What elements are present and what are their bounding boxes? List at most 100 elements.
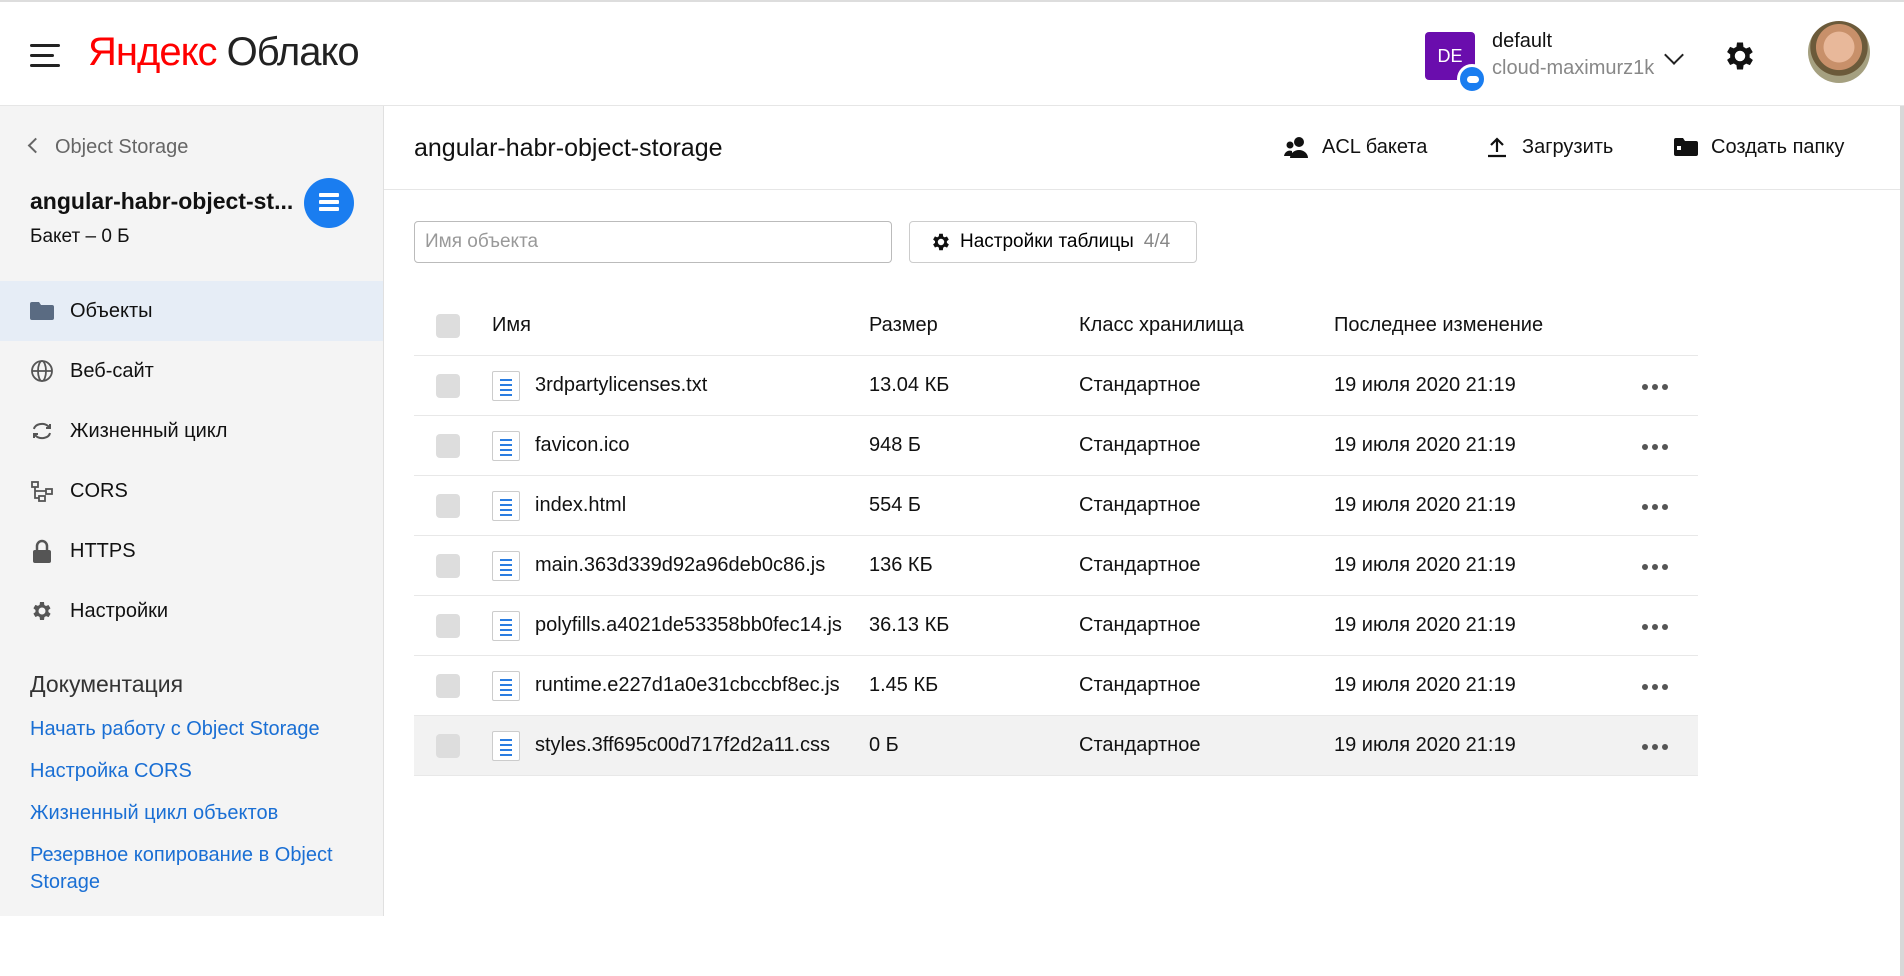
settings-gear-icon[interactable] <box>1722 38 1758 74</box>
doc-link-getting-started[interactable]: Начать работу с Object Storage <box>30 716 350 743</box>
sidebar: Object Storage angular-habr-object-st...… <box>0 106 384 916</box>
cycle-icon <box>30 419 54 443</box>
file-name[interactable]: runtime.e227d1a0e31cbccbf8ec.js <box>535 674 840 697</box>
row-checkbox[interactable] <box>436 674 460 698</box>
row-checkbox[interactable] <box>436 554 460 578</box>
logo-cloud: Облако <box>226 30 360 74</box>
sidebar-item-lifecycle[interactable]: Жизненный цикл <box>0 401 383 461</box>
file-size: 13.04 КБ <box>869 374 950 396</box>
create-folder-label: Создать папку <box>1711 135 1845 158</box>
bucket-subtitle: Бакет – 0 Б <box>30 226 130 247</box>
create-folder-button[interactable]: Создать папку <box>1673 134 1844 160</box>
modified-date: 19 июля 2020 21:19 <box>1334 494 1516 516</box>
object-search-input[interactable] <box>414 221 892 263</box>
row-checkbox[interactable] <box>436 374 460 398</box>
table-row[interactable]: polyfills.a4021de53358bb0fec14.js 36.13 К… <box>414 596 1698 656</box>
col-header-size[interactable]: Размер <box>869 314 938 337</box>
doc-link-backup[interactable]: Резервное копирование в Object Storage <box>30 842 350 896</box>
file-name[interactable]: 3rdpartylicenses.txt <box>535 374 707 397</box>
table-row[interactable]: styles.3ff695c00d717f2d2a11.css 0 Б Станда… <box>414 716 1698 776</box>
sidebar-item-label: Объекты <box>70 299 153 322</box>
logo-yandex: Яндекс <box>88 30 218 74</box>
modified-date: 19 июля 2020 21:19 <box>1334 734 1516 756</box>
back-label: Object Storage <box>55 136 189 158</box>
file-name[interactable]: favicon.ico <box>535 434 630 457</box>
file-icon <box>492 431 520 461</box>
scrollbar[interactable] <box>1900 106 1904 976</box>
sidebar-item-objects[interactable]: Объекты <box>0 281 383 341</box>
sidebar-item-website[interactable]: Веб-сайт <box>0 341 383 401</box>
storage-class: Стандартное <box>1079 554 1201 576</box>
cloud-id: cloud-maximurz1k <box>1492 57 1655 79</box>
modified-date: 19 июля 2020 21:19 <box>1334 674 1516 696</box>
sidebar-item-label: HTTPS <box>70 539 136 562</box>
logo[interactable]: Яндекс Облако <box>88 30 360 75</box>
doc-link-cors[interactable]: Настройка CORS <box>30 758 350 785</box>
sidebar-item-https[interactable]: HTTPS <box>0 521 383 581</box>
cors-icon <box>30 479 54 503</box>
table-row[interactable]: index.html 554 Б Стандартное 19 июля 2020 2… <box>414 476 1698 536</box>
lock-icon <box>30 539 54 563</box>
bucket-icon <box>304 178 354 228</box>
account-name: default <box>1492 30 1553 52</box>
folder-plus-icon <box>1673 134 1699 160</box>
more-actions-icon[interactable] <box>1642 624 1668 630</box>
row-checkbox[interactable] <box>436 434 460 458</box>
file-name[interactable]: polyfills.a4021de53358bb0fec14.js <box>535 614 842 637</box>
file-name[interactable]: main.363d339d92a96deb0c86.js <box>535 554 825 577</box>
table-row[interactable]: main.363d339d92a96deb0c86.js 136 КБ Станда… <box>414 536 1698 596</box>
file-icon <box>492 611 520 641</box>
modified-date: 19 июля 2020 21:19 <box>1334 434 1516 456</box>
top-bar: Яндекс Облако DE default cloud-maximurz1… <box>0 0 1904 106</box>
col-header-name[interactable]: Имя <box>492 314 531 337</box>
row-checkbox[interactable] <box>436 734 460 758</box>
docs-title: Документация <box>30 671 184 697</box>
upload-icon <box>1484 134 1510 160</box>
upload-button[interactable]: Загрузить <box>1484 134 1613 160</box>
file-name[interactable]: index.html <box>535 494 626 517</box>
folder-icon <box>30 299 54 323</box>
gear-icon <box>933 233 949 251</box>
table-row[interactable]: favicon.ico 948 Б Стандартное 19 июля 2020 … <box>414 416 1698 476</box>
storage-class: Стандартное <box>1079 494 1201 516</box>
row-checkbox[interactable] <box>436 614 460 638</box>
user-avatar[interactable] <box>1808 21 1870 83</box>
file-icon <box>492 491 520 521</box>
more-actions-icon[interactable] <box>1642 384 1668 390</box>
modified-date: 19 июля 2020 21:19 <box>1334 374 1516 396</box>
gear-icon <box>30 599 54 623</box>
chevron-left-icon <box>27 137 44 154</box>
acl-button[interactable]: ACL бакета <box>1284 134 1427 160</box>
sidebar-item-label: CORS <box>70 479 128 502</box>
modified-date: 19 июля 2020 21:19 <box>1334 614 1516 636</box>
objects-table: Имя Размер Класс хранилища Последнее изм… <box>414 296 1698 776</box>
select-all-checkbox[interactable] <box>436 314 460 338</box>
doc-link-lifecycle[interactable]: Жизненный цикл объектов <box>30 800 350 827</box>
menu-icon[interactable] <box>30 44 60 68</box>
table-row[interactable]: 3rdpartylicenses.txt 13.04 КБ Стандартное 1… <box>414 356 1698 416</box>
table-settings-button[interactable]: Настройки таблицы 4/4 <box>909 221 1197 263</box>
back-link[interactable]: Object Storage <box>27 136 189 159</box>
table-row[interactable]: runtime.e227d1a0e31cbccbf8ec.js 1.45 КБ Ст… <box>414 656 1698 716</box>
file-icon <box>492 671 520 701</box>
more-actions-icon[interactable] <box>1642 744 1668 750</box>
file-name[interactable]: styles.3ff695c00d717f2d2a11.css <box>535 734 830 757</box>
file-size: 36.13 КБ <box>869 614 950 636</box>
more-actions-icon[interactable] <box>1642 444 1668 450</box>
sidebar-item-settings[interactable]: Настройки <box>0 581 383 641</box>
file-size: 1.45 КБ <box>869 674 939 696</box>
more-actions-icon[interactable] <box>1642 564 1668 570</box>
sidebar-item-cors[interactable]: CORS <box>0 461 383 521</box>
storage-class: Стандартное <box>1079 734 1201 756</box>
file-size: 948 Б <box>869 434 922 456</box>
sidebar-item-label: Веб-сайт <box>70 359 154 382</box>
table-settings-label: Настройки таблицы <box>960 231 1134 252</box>
more-actions-icon[interactable] <box>1642 504 1668 510</box>
chevron-down-icon <box>1664 45 1684 65</box>
more-actions-icon[interactable] <box>1642 684 1668 690</box>
col-header-modified[interactable]: Последнее изменение <box>1334 314 1543 337</box>
row-checkbox[interactable] <box>436 494 460 518</box>
account-switcher[interactable]: DE default cloud-maximurz1k <box>1425 30 1685 94</box>
col-header-class[interactable]: Класс хранилища <box>1079 314 1244 337</box>
sidebar-item-label: Жизненный цикл <box>70 419 228 442</box>
